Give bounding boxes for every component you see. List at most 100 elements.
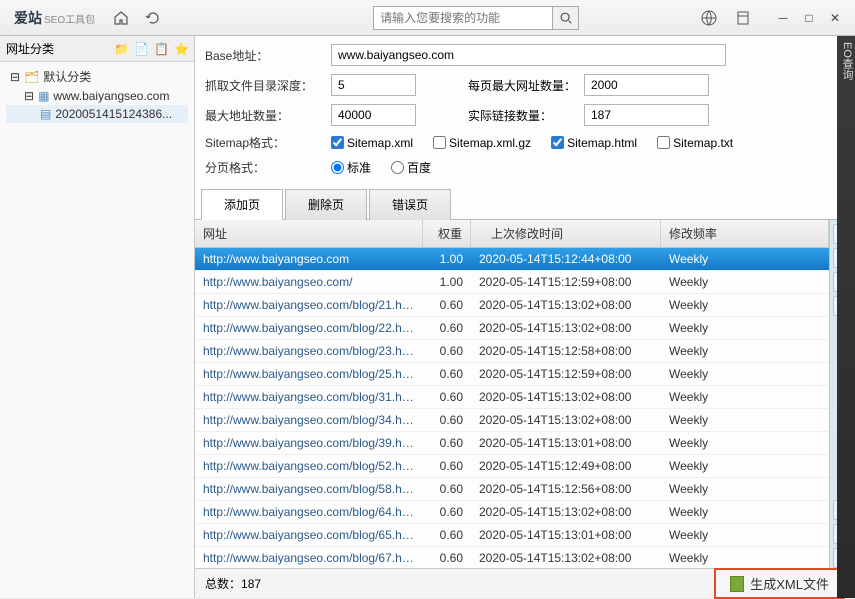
table-row[interactable]: http://www.baiyangseo.com/blog/23.html0.… — [195, 340, 829, 363]
table-header: 网址 权重 上次修改时间 修改频率 — [195, 220, 829, 248]
cell-lastmod: 2020-05-14T15:13:02+08:00 — [471, 547, 661, 568]
table-row[interactable]: http://www.baiyangseo.com1.002020-05-14T… — [195, 248, 829, 271]
tree-site[interactable]: ⊟▦www.baiyangseo.com — [6, 87, 188, 105]
copy-icon[interactable]: 📋 — [154, 42, 168, 56]
cell-freq: Weekly — [661, 271, 829, 293]
table-row[interactable]: http://www.baiyangseo.com/blog/65.html0.… — [195, 524, 829, 547]
app-sub: SEO工具包 — [44, 15, 95, 26]
table-row[interactable]: http://www.baiyangseo.com/blog/64.html0.… — [195, 501, 829, 524]
main-panel: Base地址： 抓取文件目录深度： 每页最大网址数量： 最大地址数量： 实际链接… — [195, 36, 855, 598]
cell-url: http://www.baiyangseo.com/blog/31.html — [195, 386, 423, 408]
table-row[interactable]: http://www.baiyangseo.com/blog/39.html0.… — [195, 432, 829, 455]
perpage-input[interactable] — [584, 74, 709, 96]
fmt-html-checkbox[interactable]: Sitemap.html — [551, 136, 637, 150]
tab-error[interactable]: 错误页 — [369, 189, 451, 220]
tab-add[interactable]: 添加页 — [201, 189, 283, 220]
cell-url: http://www.baiyangseo.com/blog/39.html — [195, 432, 423, 454]
cell-lastmod: 2020-05-14T15:13:02+08:00 — [471, 386, 661, 408]
depth-label: 抓取文件目录深度： — [205, 77, 325, 94]
cell-lastmod: 2020-05-14T15:12:58+08:00 — [471, 340, 661, 362]
cell-priority: 0.60 — [423, 547, 471, 568]
sitemap-fmt-label: Sitemap格式： — [205, 134, 325, 151]
cell-lastmod: 2020-05-14T15:12:44+08:00 — [471, 248, 661, 270]
cell-url: http://www.baiyangseo.com/blog/67.html — [195, 547, 423, 568]
table-row[interactable]: http://www.baiyangseo.com/blog/21.html0.… — [195, 294, 829, 317]
globe-icon[interactable] — [697, 6, 721, 30]
cell-freq: Weekly — [661, 432, 829, 454]
cell-lastmod: 2020-05-14T15:12:56+08:00 — [471, 478, 661, 500]
fmt-xml-checkbox[interactable]: Sitemap.xml — [331, 136, 413, 150]
search-button[interactable] — [553, 6, 579, 30]
table-row[interactable]: http://www.baiyangseo.com/blog/22.html0.… — [195, 317, 829, 340]
cell-url: http://www.baiyangseo.com/ — [195, 271, 423, 293]
th-freq[interactable]: 修改频率 — [661, 220, 829, 247]
star-icon[interactable]: ⭐ — [174, 42, 188, 56]
window-controls: ─ □ ✕ — [771, 8, 847, 28]
th-lastmod[interactable]: 上次修改时间 — [471, 220, 661, 247]
cell-freq: Weekly — [661, 409, 829, 431]
th-priority[interactable]: 权重 — [423, 220, 471, 247]
refresh-icon[interactable] — [141, 6, 165, 30]
table-row[interactable]: http://www.baiyangseo.com/blog/67.html0.… — [195, 547, 829, 568]
cell-url: http://www.baiyangseo.com — [195, 248, 423, 270]
tree-task-label: 2020051415124386... — [55, 107, 172, 121]
generate-xml-button[interactable]: 生成XML文件 — [714, 568, 845, 599]
left-panel: 网址分类 📁 📄 📋 ⭐ ⊟🗂默认分类 ⊟▦www.baiyangseo.com… — [0, 36, 195, 598]
table-body: http://www.baiyangseo.com1.002020-05-14T… — [195, 248, 829, 568]
cell-freq: Weekly — [661, 386, 829, 408]
tab-delete[interactable]: 删除页 — [285, 189, 367, 220]
generate-xml-label: 生成XML文件 — [750, 574, 829, 593]
tree-task[interactable]: ▤2020051415124386... — [6, 105, 188, 123]
table-row[interactable]: http://www.baiyangseo.com/blog/25.html0.… — [195, 363, 829, 386]
table-row[interactable]: http://www.baiyangseo.com/blog/52.html0.… — [195, 455, 829, 478]
search-input[interactable] — [373, 6, 553, 30]
add-file-icon[interactable]: 📄 — [134, 42, 148, 56]
maxurl-input[interactable] — [331, 104, 416, 126]
home-icon[interactable] — [109, 6, 133, 30]
fmt-gz-checkbox[interactable]: Sitemap.xml.gz — [433, 136, 531, 150]
paging-baidu-radio[interactable]: 百度 — [391, 159, 431, 176]
table-row[interactable]: http://www.baiyangseo.com/blog/34.html0.… — [195, 409, 829, 432]
table-row[interactable]: http://www.baiyangseo.com/blog/58.html0.… — [195, 478, 829, 501]
minimize-button[interactable]: ─ — [771, 8, 795, 28]
cell-priority: 1.00 — [423, 271, 471, 293]
paging-std-radio[interactable]: 标准 — [331, 159, 371, 176]
cell-url: http://www.baiyangseo.com/blog/25.html — [195, 363, 423, 385]
cell-url: http://www.baiyangseo.com/blog/65.html — [195, 524, 423, 546]
depth-input[interactable] — [331, 74, 416, 96]
app-logo: 爱站SEO工具包 — [8, 6, 101, 30]
cell-lastmod: 2020-05-14T15:12:59+08:00 — [471, 363, 661, 385]
cell-freq: Weekly — [661, 340, 829, 362]
actual-label: 实际链接数量： — [468, 107, 578, 124]
maximize-button[interactable]: □ — [797, 8, 821, 28]
perpage-label: 每页最大网址数量： — [468, 77, 578, 94]
cell-freq: Weekly — [661, 455, 829, 477]
cell-priority: 0.60 — [423, 386, 471, 408]
left-panel-header: 网址分类 📁 📄 📋 ⭐ — [0, 36, 194, 62]
add-folder-icon[interactable]: 📁 — [114, 42, 128, 56]
url-tree: ⊟🗂默认分类 ⊟▦www.baiyangseo.com ▤20200514151… — [0, 62, 194, 127]
base-url-input[interactable] — [331, 44, 726, 66]
page-tabs: 添加页 删除页 错误页 — [195, 188, 855, 220]
file-icon — [730, 576, 744, 592]
table-row[interactable]: http://www.baiyangseo.com/blog/31.html0.… — [195, 386, 829, 409]
settings-form: Base地址： 抓取文件目录深度： 每页最大网址数量： 最大地址数量： 实际链接… — [195, 36, 855, 188]
topbar: 爱站SEO工具包 ─ □ ✕ — [0, 0, 855, 36]
cell-freq: Weekly — [661, 524, 829, 546]
tree-root[interactable]: ⊟🗂默认分类 — [6, 66, 188, 87]
cell-lastmod: 2020-05-14T15:12:59+08:00 — [471, 271, 661, 293]
th-url[interactable]: 网址 — [195, 220, 423, 247]
theme-icon[interactable] — [731, 6, 755, 30]
actual-input[interactable] — [584, 104, 709, 126]
cell-priority: 0.60 — [423, 455, 471, 477]
fmt-txt-checkbox[interactable]: Sitemap.txt — [657, 136, 733, 150]
cell-priority: 0.60 — [423, 363, 471, 385]
cell-freq: Weekly — [661, 363, 829, 385]
base-url-label: Base地址： — [205, 47, 325, 64]
cell-lastmod: 2020-05-14T15:13:02+08:00 — [471, 294, 661, 316]
table-row[interactable]: http://www.baiyangseo.com/1.002020-05-14… — [195, 271, 829, 294]
cell-priority: 0.60 — [423, 317, 471, 339]
maxurl-label: 最大地址数量： — [205, 107, 325, 124]
footer-bar: 总数： 187 生成XML文件 — [195, 568, 855, 598]
close-button[interactable]: ✕ — [823, 8, 847, 28]
